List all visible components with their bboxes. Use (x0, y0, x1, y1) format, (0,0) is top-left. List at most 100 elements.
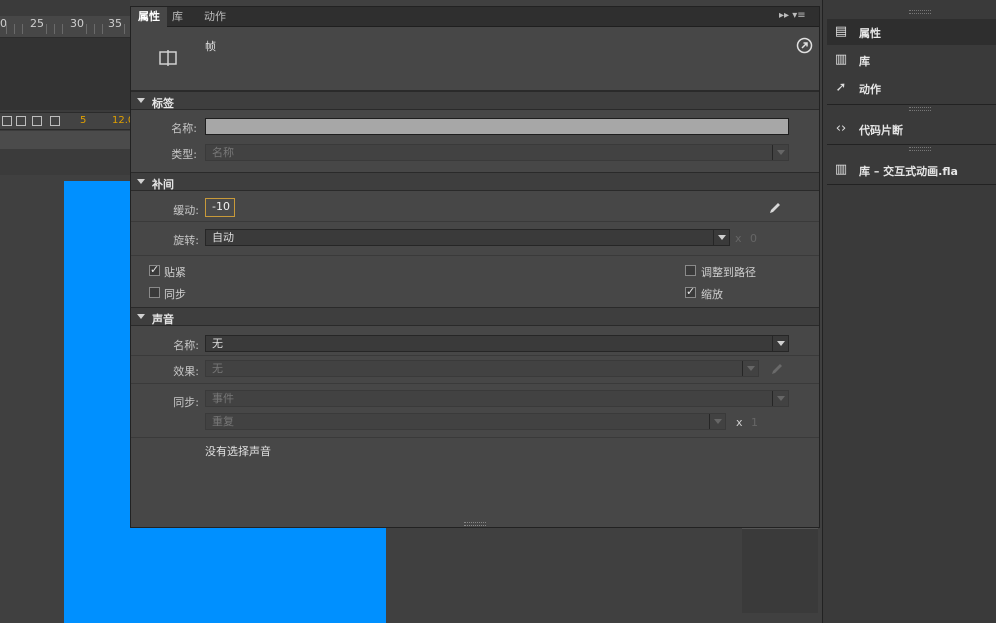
library-file-icon: ▥ (834, 162, 848, 177)
panel-resize-grip[interactable] (464, 522, 486, 526)
properties-icon: ▤ (834, 24, 848, 39)
dock-grip[interactable] (909, 10, 931, 14)
dock-grip[interactable] (909, 147, 931, 151)
ruler-number: 25 (30, 17, 44, 30)
ease-label: 缓动: (173, 204, 199, 217)
sound-status-text: 没有选择声音 (205, 445, 271, 458)
chevron-down-icon (772, 391, 788, 406)
right-dock: ▤ 属性 ▥ 库 ➚ 动作 ‹› 代码片断 ▥ 库 – 交互式动画.fla (822, 0, 996, 623)
rotate-times-prefix: x (735, 232, 742, 245)
ruler-tick (22, 24, 23, 34)
dock-divider (827, 104, 996, 105)
chevron-down-icon (709, 414, 725, 429)
scale-checkbox[interactable] (685, 285, 696, 298)
sound-effect-label: 效果: (173, 365, 199, 378)
sound-effect-value: 无 (212, 362, 223, 375)
frame-icon (159, 50, 177, 66)
repeat-count[interactable]: 1 (751, 416, 758, 429)
timeline-ruler[interactable]: 0 25 30 35 (0, 16, 130, 38)
sound-name-select[interactable]: 无 (205, 335, 789, 352)
sound-repeat-select[interactable]: 重复 (205, 413, 726, 430)
sound-sync-value: 事件 (212, 392, 234, 405)
rotate-label: 旋转: (173, 234, 199, 247)
section-tween-header[interactable]: 补间 (131, 172, 819, 191)
ruler-tick (6, 24, 7, 34)
divider (131, 355, 819, 356)
dock-item-code-snippets[interactable]: ‹› 代码片断 (827, 116, 996, 142)
divider (131, 437, 819, 438)
dock-item-library-file[interactable]: ▥ 库 – 交互式动画.fla (827, 157, 996, 183)
section-sound-header[interactable]: 声音 (131, 307, 819, 326)
dock-item-actions[interactable]: ➚ 动作 (827, 75, 996, 101)
ruler-tick (86, 24, 87, 34)
label-name-input[interactable] (205, 118, 789, 135)
help-link-icon[interactable] (796, 37, 813, 54)
ruler-tick (124, 24, 125, 34)
ruler-tick (62, 24, 63, 34)
sound-effect-select[interactable]: 无 (205, 360, 759, 377)
ruler-tick (102, 24, 103, 34)
ruler-tick (14, 24, 15, 34)
ruler-tick (54, 24, 55, 34)
chevron-down-icon (742, 361, 758, 376)
onion-skin-icon[interactable] (2, 116, 12, 126)
timeline-toolbar: 5 12.0 (0, 112, 134, 130)
panel-menu-button[interactable]: ▸▸ ▾≡ (779, 10, 819, 24)
tab-properties[interactable]: 属性 (131, 7, 167, 27)
collapse-triangle-icon (137, 179, 145, 184)
onion-markers-icon[interactable] (50, 116, 60, 126)
actions-icon: ➚ (835, 80, 847, 95)
dock-item-library[interactable]: ▥ 库 (827, 47, 996, 73)
dock-item-label: 代码片断 (859, 124, 903, 137)
tab-actions[interactable]: 动作 (197, 7, 233, 27)
timeline-scroll-strip[interactable] (0, 131, 130, 149)
code-snippets-icon: ‹› (835, 121, 847, 136)
chevron-down-icon (713, 230, 729, 245)
rotate-select[interactable]: 自动 (205, 229, 730, 246)
dock-grip[interactable] (909, 107, 931, 111)
timeline-panel: 0 25 30 35 5 12.0 (0, 0, 134, 180)
snap-label: 贴紧 (164, 266, 186, 279)
dock-item-label: 库 – 交互式动画.fla (859, 165, 958, 178)
edit-effect-pencil-icon[interactable] (770, 362, 784, 376)
panel-header: 帧 (131, 27, 819, 91)
ruler-tick (94, 24, 95, 34)
collapse-triangle-icon (137, 98, 145, 103)
sound-sync-select[interactable]: 事件 (205, 390, 789, 407)
label-type-label: 类型: (171, 148, 197, 161)
snap-checkbox[interactable] (149, 263, 160, 276)
timeline-frames[interactable] (0, 38, 130, 110)
rotate-times-value[interactable]: 0 (750, 232, 757, 245)
dock-item-label: 动作 (859, 83, 881, 96)
ease-input[interactable]: -10 (205, 198, 235, 217)
dock-divider (827, 144, 996, 145)
sound-name-label: 名称: (173, 339, 199, 352)
chevron-down-icon (772, 336, 788, 351)
stage-scrollbar-corner (742, 528, 818, 613)
scale-label: 缩放 (701, 288, 723, 301)
sync-checkbox[interactable] (149, 287, 160, 298)
tab-library[interactable]: 库 (165, 7, 190, 27)
divider (131, 255, 819, 256)
properties-panel: 属性 库 动作 ▸▸ ▾≡ 帧 标签 名称: 类型: 名称 补间 缓动: -10… (130, 6, 820, 528)
section-title: 标签 (152, 97, 174, 110)
section-label-header[interactable]: 标签 (131, 91, 819, 110)
label-name-label: 名称: (171, 122, 197, 135)
label-type-select[interactable]: 名称 (205, 144, 789, 161)
onion-outline-icon[interactable] (16, 116, 26, 126)
orient-to-path-checkbox[interactable] (685, 265, 696, 276)
rotate-value: 自动 (212, 231, 234, 244)
divider (131, 221, 819, 222)
dock-item-label: 库 (859, 55, 870, 68)
dock-item-label: 属性 (859, 27, 881, 40)
sound-name-value: 无 (212, 337, 223, 350)
dock-item-properties[interactable]: ▤ 属性 (827, 19, 996, 45)
edit-ease-pencil-icon[interactable] (768, 201, 782, 215)
sound-sync-label: 同步: (173, 396, 199, 409)
edit-multiple-frames-icon[interactable] (32, 116, 42, 126)
label-type-value: 名称 (212, 146, 234, 159)
header-title: 帧 (205, 40, 216, 53)
section-title: 补间 (152, 178, 174, 191)
section-title: 声音 (152, 313, 174, 326)
library-icon: ▥ (834, 52, 848, 67)
